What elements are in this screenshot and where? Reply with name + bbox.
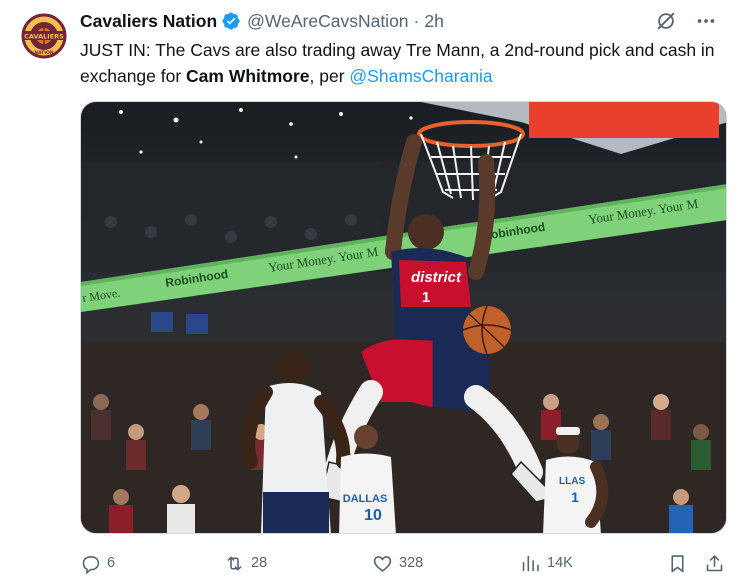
more-icon[interactable] [693, 9, 719, 33]
reply-icon [82, 555, 100, 574]
views-button[interactable]: 14K [520, 550, 573, 576]
tweet-text: JUST IN: The Cavs are also trading away … [80, 37, 720, 89]
mention-link[interactable]: @ShamsCharania [349, 66, 492, 86]
jersey-number: 1 [422, 289, 430, 306]
separator-dot: · [413, 10, 420, 31]
backboard-padding [529, 102, 719, 138]
avatar[interactable]: CAVALIERS NATION [18, 10, 70, 62]
tweet-media[interactable]: r Move. Robinhood Your Money. Your M Rob… [80, 101, 727, 534]
reply-button[interactable]: 6 [80, 550, 115, 576]
repost-count: 28 [251, 555, 268, 571]
bookmark-button[interactable] [667, 550, 688, 576]
verified-badge-icon [221, 11, 241, 31]
views-count: 14K [547, 555, 573, 571]
dallas-wordmark: DALLAS [343, 493, 388, 505]
grok-icon[interactable] [653, 9, 679, 33]
basketball [462, 305, 512, 355]
avatar-subtext: NATION [34, 50, 53, 56]
dallas-wordmark-right: LLAS [559, 476, 585, 487]
jersey-wordmark: district [411, 269, 462, 286]
like-button[interactable]: 328 [372, 550, 423, 576]
repost-button[interactable]: 28 [224, 550, 267, 576]
dallas-number-right: 1 [571, 489, 579, 505]
like-icon [373, 555, 392, 572]
share-button[interactable] [704, 550, 725, 576]
display-name[interactable]: Cavaliers Nation [80, 11, 217, 32]
tweet-text-bold: Cam Whitmore [186, 66, 310, 86]
media-image: r Move. Robinhood Your Money. Your M Rob… [81, 102, 726, 533]
handle[interactable]: @WeAreCavsNation [247, 11, 408, 32]
tweet-text-mid: , per [309, 66, 350, 86]
views-icon [522, 555, 539, 571]
avatar-text: CAVALIERS [24, 33, 64, 41]
bookmark-icon [671, 554, 684, 572]
timestamp[interactable]: 2h [424, 11, 443, 32]
reply-count: 6 [107, 555, 116, 571]
tweet-header: Cavaliers Nation @WeAreCavsNation · 2h [80, 9, 719, 33]
like-count: 328 [399, 555, 424, 571]
share-icon [706, 554, 723, 571]
dallas-number: 10 [364, 507, 382, 524]
repost-icon [227, 556, 242, 570]
tweet-actions: 6 28 328 14K [80, 550, 730, 576]
tweet[interactable]: CAVALIERS NATION Cavaliers Nation @WeAre… [0, 0, 739, 587]
